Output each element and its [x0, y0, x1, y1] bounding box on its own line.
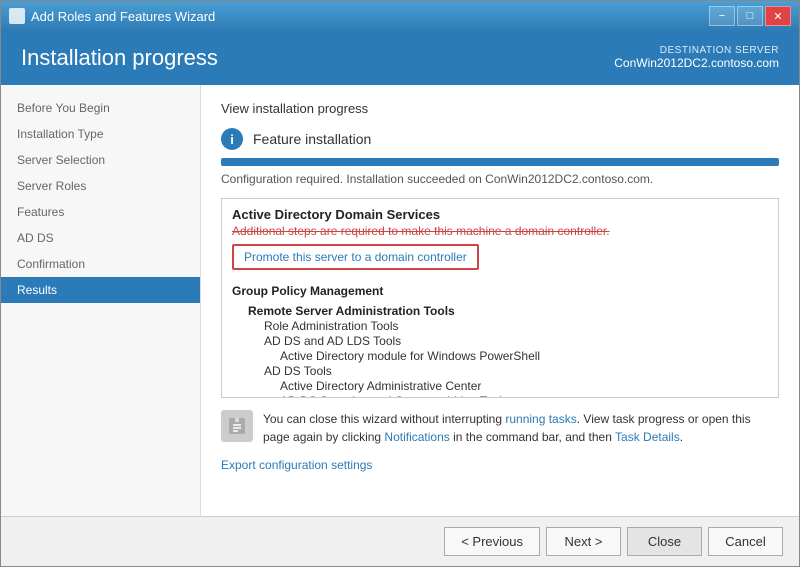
promote-link[interactable]: Promote this server to a domain controll… [232, 244, 479, 270]
sidebar-item-server-selection[interactable]: Server Selection [1, 147, 200, 173]
sidebar-item-server-roles[interactable]: Server Roles [1, 173, 200, 199]
page-title: Installation progress [21, 45, 218, 71]
cancel-button[interactable]: Cancel [708, 527, 783, 556]
sidebar-item-ad-ds[interactable]: AD DS [1, 225, 200, 251]
note-text-3: in the command bar, and then [450, 430, 615, 444]
title-bar-buttons: − □ ✕ [709, 6, 791, 26]
group-policy-title: Group Policy Management [232, 284, 768, 298]
note-text-4: . [680, 430, 683, 444]
close-window-button[interactable]: ✕ [765, 6, 791, 26]
ad-ds-title: Active Directory Domain Services [232, 207, 768, 222]
maximize-button[interactable]: □ [737, 6, 763, 26]
main-content: View installation progress i Feature ins… [201, 85, 799, 516]
ad-ds-lds-tools: AD DS and AD LDS Tools [232, 334, 768, 348]
note-highlight-3: Task Details [615, 430, 680, 444]
next-button[interactable]: Next > [546, 527, 621, 556]
wizard-icon [9, 8, 25, 24]
success-message: Configuration required. Installation suc… [221, 172, 779, 186]
info-note-area: You can close this wizard without interr… [221, 410, 779, 446]
remote-server-tools-title: Remote Server Administration Tools [232, 304, 768, 318]
destination-server: ConWin2012DC2.contoso.com [614, 56, 779, 70]
sidebar-item-confirmation[interactable]: Confirmation [1, 251, 200, 277]
section-title: View installation progress [221, 101, 779, 116]
feature-install-label: Feature installation [253, 131, 371, 147]
previous-button[interactable]: < Previous [444, 527, 540, 556]
footer: < Previous Next > Close Cancel [1, 516, 799, 566]
sidebar-item-results[interactable]: Results [1, 277, 200, 303]
ad-ds-tools: AD DS Tools [232, 364, 768, 378]
destination-label: DESTINATION SERVER [614, 45, 779, 56]
note-highlight-1: running tasks [505, 412, 576, 426]
ad-snap-ins: AD DS Snap-Ins and Command-Line Tools [232, 394, 768, 398]
close-button[interactable]: Close [627, 527, 702, 556]
sidebar-item-installation-type[interactable]: Installation Type [1, 121, 200, 147]
main-window: Add Roles and Features Wizard − □ ✕ Inst… [0, 0, 800, 567]
title-bar: Add Roles and Features Wizard − □ ✕ [1, 1, 799, 31]
info-icon: i [221, 128, 243, 150]
role-admin-tools: Role Administration Tools [232, 319, 768, 333]
content-area: Installation progress DESTINATION SERVER… [1, 31, 799, 516]
feature-install-row: i Feature installation [221, 128, 779, 150]
sidebar-item-features[interactable]: Features [1, 199, 200, 225]
minimize-button[interactable]: − [709, 6, 735, 26]
note-text: You can close this wizard without interr… [263, 410, 779, 446]
header-area: Installation progress DESTINATION SERVER… [1, 31, 799, 85]
main-area: Before You Begin Installation Type Serve… [1, 85, 799, 516]
destination-info: DESTINATION SERVER ConWin2012DC2.contoso… [614, 45, 779, 70]
progress-bar-container [221, 158, 779, 166]
sidebar-item-before-you-begin[interactable]: Before You Begin [1, 95, 200, 121]
note-text-1: You can close this wizard without interr… [263, 412, 505, 426]
window-title: Add Roles and Features Wizard [31, 9, 215, 24]
note-highlight-2: Notifications [384, 430, 449, 444]
title-bar-left: Add Roles and Features Wizard [9, 8, 215, 24]
results-box[interactable]: Active Directory Domain Services Additio… [221, 198, 779, 398]
note-icon [221, 410, 253, 442]
ad-ds-warning: Additional steps are required to make th… [232, 224, 768, 238]
sidebar: Before You Begin Installation Type Serve… [1, 85, 201, 516]
export-config-link[interactable]: Export configuration settings [221, 458, 372, 472]
ad-admin-center: Active Directory Administrative Center [232, 379, 768, 393]
progress-bar-fill [221, 158, 779, 166]
ad-module: Active Directory module for Windows Powe… [232, 349, 768, 363]
